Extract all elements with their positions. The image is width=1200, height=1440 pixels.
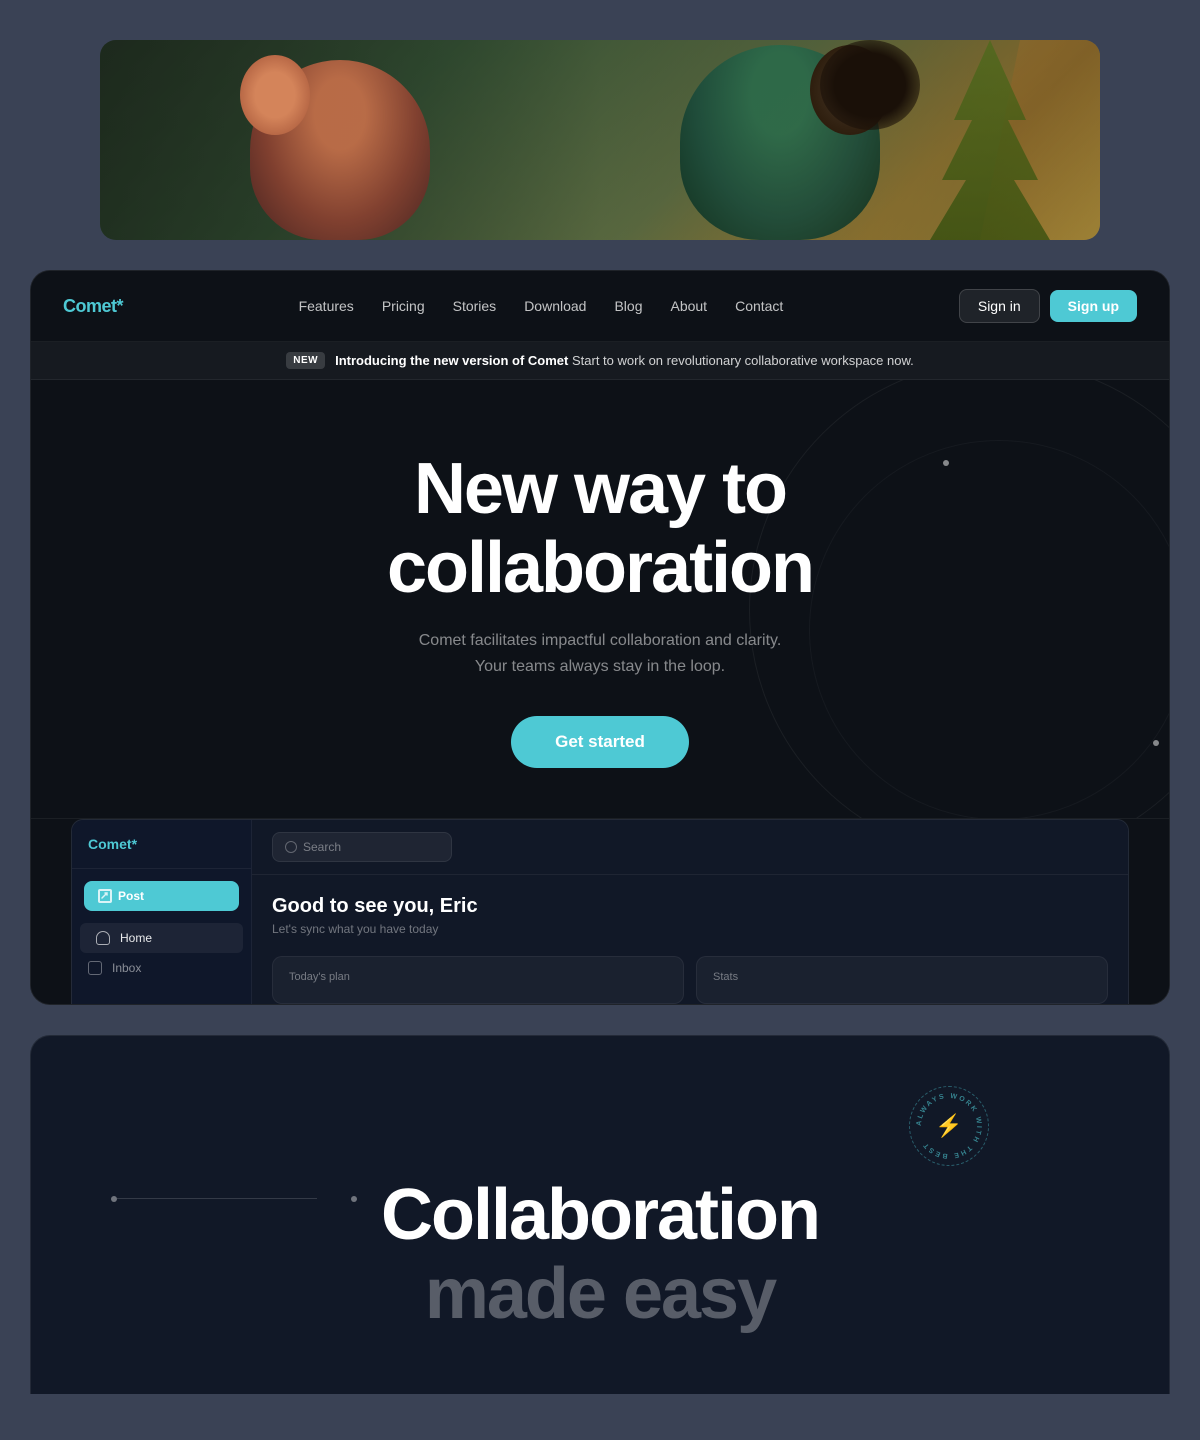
app-cards-row: Today's plan Stats	[252, 946, 1128, 1004]
circle-badge: ALWAYS WORK WITH THE BEST ⚡	[909, 1086, 989, 1166]
nav-link-stories[interactable]: Stories	[453, 298, 497, 314]
announcement-bold: Introducing the new version of Comet	[335, 353, 568, 368]
app-topbar: Search	[252, 820, 1128, 875]
nav-link-features[interactable]: Features	[299, 298, 354, 314]
post-icon	[98, 889, 112, 903]
nav-link-pricing[interactable]: Pricing	[382, 298, 425, 314]
middle-section: Comet* Features Pricing Stories Download…	[0, 270, 1200, 1035]
bottom-dot-left	[111, 1196, 117, 1202]
figure-right-hair	[820, 40, 920, 130]
get-started-button[interactable]: Get started	[511, 716, 689, 768]
signup-button[interactable]: Sign up	[1050, 290, 1137, 322]
badge-new: NEW	[286, 352, 325, 369]
app-search-bar[interactable]: Search	[272, 832, 452, 862]
nav-link-blog[interactable]: Blog	[614, 298, 642, 314]
nav-logo-text: Comet	[63, 296, 117, 316]
announcement-banner: NEW Introducing the new version of Comet…	[31, 342, 1169, 380]
sidebar-nav-inbox[interactable]: Inbox	[72, 953, 251, 983]
inbox-icon	[88, 961, 102, 975]
app-main-content: Search Good to see you, Eric Let's sync …	[252, 820, 1128, 1004]
hero-subtitle: Comet facilitates impactful collaboratio…	[51, 628, 1149, 679]
app-card-stats: Stats	[696, 956, 1108, 1004]
app-preview-inner: Comet* Post Home	[71, 819, 1129, 1004]
bottom-line-left	[117, 1198, 317, 1199]
greeting-title: Good to see you, Eric	[272, 895, 1108, 918]
nav-link-contact[interactable]: Contact	[735, 298, 783, 314]
app-card-today: Today's plan	[272, 956, 684, 1004]
nav-logo-symbol: *	[117, 296, 124, 316]
announcement-text: Introducing the new version of Comet Sta…	[335, 353, 914, 368]
top-image-container	[100, 40, 1100, 240]
navbar: Comet* Features Pricing Stories Download…	[31, 271, 1169, 342]
bottom-title-line2: made easy	[425, 1254, 775, 1334]
home-icon	[96, 931, 110, 945]
app-greeting: Good to see you, Eric Let's sync what yo…	[252, 875, 1128, 946]
card-label-today: Today's plan	[289, 971, 667, 983]
bottom-card: ALWAYS WORK WITH THE BEST ⚡ Collaboratio…	[30, 1035, 1170, 1394]
nav-link-about[interactable]: About	[670, 298, 707, 314]
bottom-dot-mid	[351, 1196, 357, 1202]
app-sidebar-logo: Comet*	[72, 836, 251, 869]
app-preview: Comet* Post Home	[31, 818, 1169, 1004]
hero-title: New way to collaboration	[51, 450, 1149, 608]
search-icon	[285, 841, 297, 853]
signin-button[interactable]: Sign in	[959, 289, 1040, 323]
bottom-title: Collaboration made easy	[381, 1176, 819, 1334]
figure-left-face	[240, 55, 310, 135]
hero-section: New way to collaboration Comet facilitat…	[31, 380, 1169, 818]
hero-dot-2	[1153, 740, 1159, 746]
app-sidebar: Comet* Post Home	[72, 820, 252, 1004]
main-card: Comet* Features Pricing Stories Download…	[30, 270, 1170, 1005]
nav-link-download[interactable]: Download	[524, 298, 586, 314]
greeting-subtitle: Let's sync what you have today	[272, 922, 1108, 936]
badge-lightning-icon: ⚡	[935, 1113, 962, 1139]
top-image-section	[0, 0, 1200, 270]
announcement-rest: Start to work on revolutionary collabora…	[568, 353, 913, 368]
nav-actions: Sign in Sign up	[959, 289, 1137, 323]
sidebar-post-button[interactable]: Post	[84, 881, 239, 911]
nav-logo: Comet*	[63, 296, 123, 317]
sidebar-nav-home[interactable]: Home	[80, 923, 243, 953]
bottom-title-line1: Collaboration	[381, 1175, 819, 1255]
card-label-stats: Stats	[713, 971, 1091, 983]
nav-links: Features Pricing Stories Download Blog A…	[299, 298, 784, 314]
bottom-section: ALWAYS WORK WITH THE BEST ⚡ Collaboratio…	[0, 1035, 1200, 1394]
